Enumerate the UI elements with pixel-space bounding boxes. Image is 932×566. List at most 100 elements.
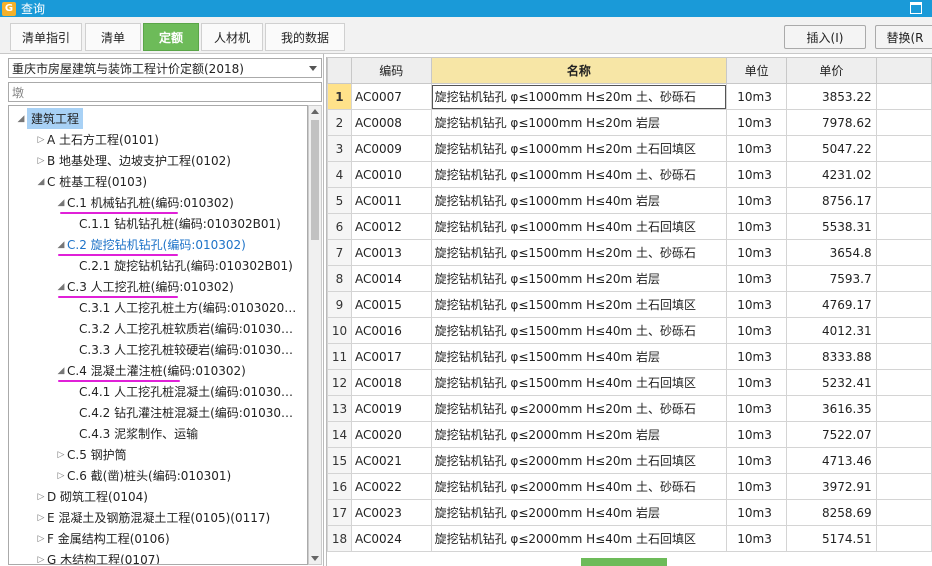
price-cell[interactable]: 5174.51: [786, 525, 877, 552]
price-cell[interactable]: 7593.7: [786, 265, 877, 292]
name-cell[interactable]: 旋挖钻机钻孔 φ≤1000mm H≤20m 岩层: [430, 109, 728, 136]
empty-cell[interactable]: [875, 421, 932, 448]
table-row[interactable]: 8 AC0014 旋挖钻机钻孔 φ≤1500mm H≤20m 岩层 10m3 7593.…: [327, 265, 932, 292]
code-cell[interactable]: AC0014: [350, 265, 432, 292]
tab-bill[interactable]: 清单: [85, 23, 141, 51]
code-cell[interactable]: AC0008: [350, 109, 432, 136]
triangle-collapsed-icon[interactable]: ▷: [55, 450, 67, 460]
maximize-icon[interactable]: [910, 2, 922, 14]
unit-cell[interactable]: 10m3: [726, 525, 788, 552]
empty-cell[interactable]: [875, 291, 932, 318]
unit-cell[interactable]: 10m3: [726, 421, 788, 448]
empty-cell[interactable]: [875, 161, 932, 188]
triangle-collapsed-icon[interactable]: ▷: [35, 135, 47, 145]
tree-node[interactable]: C.3.1 人工挖孔桩土方(编码:0103020…: [79, 297, 296, 318]
table-row[interactable]: 16 AC0022 旋挖钻机钻孔 φ≤2000mm H≤40m 土、砂砾石 10m3 3…: [327, 473, 932, 500]
price-cell[interactable]: 4012.31: [786, 317, 877, 344]
empty-cell[interactable]: [875, 447, 932, 474]
code-cell[interactable]: AC0007: [350, 83, 432, 110]
empty-cell[interactable]: [875, 395, 932, 422]
scroll-thumb[interactable]: [311, 120, 319, 240]
name-cell[interactable]: 旋挖钻机钻孔 φ≤2000mm H≤40m 土石回填区: [430, 525, 728, 552]
empty-cell[interactable]: [875, 109, 932, 136]
unit-cell[interactable]: 10m3: [726, 395, 788, 422]
table-row[interactable]: 10 AC0016 旋挖钻机钻孔 φ≤1500mm H≤40m 土、砂砾石 10m3 4…: [327, 317, 932, 344]
library-select[interactable]: 重庆市房屋建筑与装饰工程计价定额(2018): [8, 58, 322, 78]
table-row[interactable]: 17 AC0023 旋挖钻机钻孔 φ≤2000mm H≤40m 岩层 10m3 8258…: [327, 499, 932, 526]
price-cell[interactable]: 7978.62: [786, 109, 877, 136]
triangle-collapsed-icon[interactable]: ▷: [35, 534, 47, 544]
tree-node[interactable]: ▷ C.5 钢护筒: [55, 444, 127, 465]
code-cell[interactable]: AC0024: [350, 525, 432, 552]
triangle-collapsed-icon[interactable]: ▷: [55, 471, 67, 481]
empty-cell[interactable]: [875, 343, 932, 370]
tree-node[interactable]: ▷ A 土石方工程(0101): [35, 129, 159, 150]
panel-resize-handle[interactable]: [581, 558, 667, 566]
table-row[interactable]: 5 AC0011 旋挖钻机钻孔 φ≤1000mm H≤40m 岩层 10m3 8756.…: [327, 187, 932, 214]
table-row[interactable]: 1 AC0007 旋挖钻机钻孔 φ≤1000mm H≤20m 土、砂砾石 10m3 38…: [327, 83, 932, 110]
tree-node[interactable]: ◢ C.1 机械钻孔桩(编码:010302): [55, 192, 234, 213]
tree-node[interactable]: ▷ F 金属结构工程(0106): [35, 528, 170, 549]
table-row[interactable]: 6 AC0012 旋挖钻机钻孔 φ≤1000mm H≤40m 土石回填区 10m3 55…: [327, 213, 932, 240]
unit-cell[interactable]: 10m3: [726, 369, 788, 396]
tree-node[interactable]: C.4.1 人工挖孔桩混凝土(编码:01030…: [79, 381, 293, 402]
row-number-cell[interactable]: 17: [327, 499, 352, 526]
name-cell[interactable]: 旋挖钻机钻孔 φ≤1500mm H≤40m 土、砂砾石: [430, 317, 728, 344]
code-cell[interactable]: AC0013: [350, 239, 432, 266]
name-cell[interactable]: 旋挖钻机钻孔 φ≤1500mm H≤20m 土石回填区: [430, 291, 728, 318]
tree-node[interactable]: C.2.1 旋挖钻机钻孔(编码:010302B01): [79, 255, 293, 276]
tree-node[interactable]: ◢ 建筑工程: [15, 108, 84, 129]
triangle-expand-icon[interactable]: ◢: [55, 366, 67, 376]
search-input[interactable]: 墩: [8, 82, 322, 102]
table-row[interactable]: 18 AC0024 旋挖钻机钻孔 φ≤2000mm H≤40m 土石回填区 10m3 5…: [327, 525, 932, 552]
header-price[interactable]: 单价: [786, 57, 877, 84]
unit-cell[interactable]: 10m3: [726, 109, 788, 136]
header-unit[interactable]: 单位: [726, 57, 788, 84]
price-cell[interactable]: 4231.02: [786, 161, 877, 188]
code-cell[interactable]: AC0023: [350, 499, 432, 526]
price-cell[interactable]: 7522.07: [786, 421, 877, 448]
name-cell[interactable]: 旋挖钻机钻孔 φ≤2000mm H≤40m 土、砂砾石: [430, 473, 728, 500]
triangle-expand-icon[interactable]: ◢: [55, 240, 67, 250]
row-number-cell[interactable]: 16: [327, 473, 352, 500]
code-cell[interactable]: AC0016: [350, 317, 432, 344]
code-cell[interactable]: AC0011: [350, 187, 432, 214]
unit-cell[interactable]: 10m3: [726, 473, 788, 500]
empty-cell[interactable]: [875, 499, 932, 526]
row-number-cell[interactable]: 10: [327, 317, 352, 344]
tree-node[interactable]: C.1.1 钻机钻孔桩(编码:010302B01): [79, 213, 281, 234]
tree-node[interactable]: ▷ B 地基处理、边坡支护工程(0102): [35, 150, 231, 171]
name-cell[interactable]: 旋挖钻机钻孔 φ≤2000mm H≤40m 岩层: [430, 499, 728, 526]
unit-cell[interactable]: 10m3: [726, 161, 788, 188]
price-cell[interactable]: 4769.17: [786, 291, 877, 318]
tab-quota[interactable]: 定额: [143, 23, 199, 51]
unit-cell[interactable]: 10m3: [726, 187, 788, 214]
unit-cell[interactable]: 10m3: [726, 317, 788, 344]
code-cell[interactable]: AC0010: [350, 161, 432, 188]
triangle-collapsed-icon[interactable]: ▷: [35, 555, 47, 565]
name-cell[interactable]: 旋挖钻机钻孔 φ≤1000mm H≤20m 土石回填区: [430, 135, 728, 162]
code-cell[interactable]: AC0012: [350, 213, 432, 240]
code-cell[interactable]: AC0019: [350, 395, 432, 422]
unit-cell[interactable]: 10m3: [726, 83, 788, 110]
tree-node[interactable]: ▷ E 混凝土及钢筋混凝土工程(0105)(0117): [35, 507, 271, 528]
tab-labor-material-machine[interactable]: 人材机: [201, 23, 263, 51]
table-row[interactable]: 15 AC0021 旋挖钻机钻孔 φ≤2000mm H≤20m 土石回填区 10m3 4…: [327, 447, 932, 474]
empty-cell[interactable]: [875, 213, 932, 240]
tree-scrollbar[interactable]: [308, 105, 322, 565]
row-number-cell[interactable]: 7: [327, 239, 352, 266]
name-cell[interactable]: 旋挖钻机钻孔 φ≤2000mm H≤20m 土、砂砾石: [430, 395, 728, 422]
table-row[interactable]: 12 AC0018 旋挖钻机钻孔 φ≤1500mm H≤40m 土石回填区 10m3 5…: [327, 369, 932, 396]
unit-cell[interactable]: 10m3: [726, 499, 788, 526]
row-number-cell[interactable]: 9: [327, 291, 352, 318]
unit-cell[interactable]: 10m3: [726, 135, 788, 162]
price-cell[interactable]: 5047.22: [786, 135, 877, 162]
empty-cell[interactable]: [875, 83, 932, 110]
tab-my-data[interactable]: 我的数据: [265, 23, 345, 51]
empty-cell[interactable]: [875, 473, 932, 500]
tree-node[interactable]: C.3.2 人工挖孔桩软质岩(编码:01030…: [79, 318, 293, 339]
price-cell[interactable]: 5232.41: [786, 369, 877, 396]
unit-cell[interactable]: 10m3: [726, 239, 788, 266]
empty-cell[interactable]: [875, 135, 932, 162]
name-cell[interactable]: 旋挖钻机钻孔 φ≤1000mm H≤40m 岩层: [430, 187, 728, 214]
